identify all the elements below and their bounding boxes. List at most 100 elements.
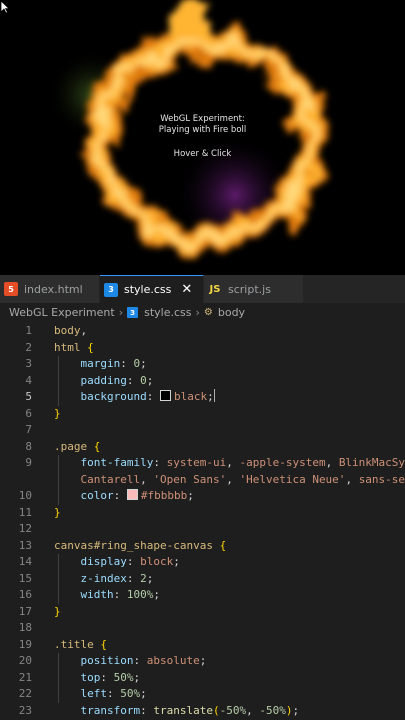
fire-ring-canvas[interactable] bbox=[0, 0, 405, 275]
code-line[interactable]: 20 position: absolute; bbox=[0, 653, 405, 670]
css3-icon: 3 bbox=[104, 282, 118, 297]
code-text: } bbox=[54, 604, 61, 618]
breadcrumb: WebGL Experiment › 3 style.css › ⚙ body bbox=[0, 303, 405, 322]
code-text: body, bbox=[54, 324, 88, 337]
line-number: 17 bbox=[18, 604, 32, 618]
css3-icon: 3 bbox=[127, 307, 139, 318]
code-line[interactable]: 7 bbox=[0, 422, 405, 439]
line-number: 8 bbox=[25, 439, 32, 453]
code-line[interactable]: 1 body, bbox=[0, 323, 405, 340]
line-number: 9 bbox=[25, 456, 32, 469]
code-line[interactable]: 10 color: #fbbbbb; bbox=[0, 488, 405, 505]
code-editor[interactable]: 1 body, 2 html {3 margin: 0; 4 padding: 0; 5 … bbox=[0, 322, 405, 720]
code-text: canvas#ring_shape-canvas { bbox=[54, 538, 227, 552]
line-number: 13 bbox=[18, 538, 32, 552]
color-swatch-icon[interactable] bbox=[126, 489, 138, 500]
tab-label: index.html bbox=[24, 282, 83, 296]
indent-guide bbox=[58, 455, 59, 505]
line-number: 15 bbox=[18, 571, 32, 585]
code-text: padding: 0; bbox=[80, 373, 154, 387]
code-line[interactable]: 15 z-index: 2; bbox=[0, 571, 405, 588]
code-line[interactable]: 2 html { bbox=[0, 340, 405, 357]
line-number: 2 bbox=[25, 340, 32, 354]
code-text: width: 100%; bbox=[80, 588, 161, 601]
line-number: 6 bbox=[25, 406, 32, 420]
line-number: 7 bbox=[25, 423, 32, 436]
breadcrumb-folder[interactable]: WebGL Experiment bbox=[9, 306, 115, 319]
code-text: position: absolute; bbox=[80, 654, 207, 667]
code-line[interactable]: 18 bbox=[0, 620, 405, 637]
code-text: z-index: 2; bbox=[80, 571, 154, 585]
code-text: top: 50%; bbox=[80, 670, 141, 684]
code-line[interactable]: 21 top: 50%; bbox=[0, 670, 405, 687]
code-line[interactable]: 8 .page { bbox=[0, 439, 405, 456]
html5-icon: 5 bbox=[4, 282, 18, 296]
line-number: 23 bbox=[18, 703, 32, 717]
code-line[interactable]: Cantarell, 'Open Sans', 'Helvetica Neue'… bbox=[0, 472, 405, 489]
code-text: margin: 0; bbox=[80, 357, 147, 370]
webgl-preview[interactable]: WebGL Experiment: Playing with Fire boll… bbox=[0, 0, 405, 275]
color-swatch-icon[interactable] bbox=[159, 390, 171, 401]
breadcrumb-file[interactable]: style.css bbox=[144, 306, 191, 319]
line-number: 12 bbox=[18, 522, 32, 535]
line-number: 16 bbox=[18, 588, 32, 601]
code-line[interactable]: 5 background: black; bbox=[0, 389, 405, 406]
code-text: color: #fbbbbb; bbox=[80, 489, 194, 502]
chevron-right-icon: › bbox=[195, 306, 200, 319]
code-line[interactable]: 12 bbox=[0, 521, 405, 538]
code-text: .title { bbox=[54, 637, 107, 651]
line-number: 3 bbox=[25, 357, 32, 370]
indent-guide bbox=[58, 653, 59, 703]
code-line[interactable]: 19 .title { bbox=[0, 637, 405, 654]
preview-title-line2: Playing with Fire boll bbox=[158, 125, 247, 135]
indent-guide bbox=[58, 554, 59, 604]
js-icon: JS bbox=[209, 283, 221, 295]
tab-script-js[interactable]: JS script.js bbox=[204, 275, 304, 303]
code-line[interactable]: 22 left: 50%; bbox=[0, 686, 405, 703]
tab-index-html[interactable]: 5 index.html bbox=[0, 275, 100, 303]
code-text: .page { bbox=[54, 439, 101, 453]
tab-label: style.css bbox=[124, 283, 172, 296]
close-tab-icon[interactable]: ✕ bbox=[181, 282, 192, 297]
line-number: 4 bbox=[25, 373, 32, 387]
code-line[interactable]: 4 padding: 0; bbox=[0, 373, 405, 390]
text-cursor bbox=[213, 389, 215, 402]
line-number: 14 bbox=[18, 555, 32, 568]
line-number: 1 bbox=[25, 324, 32, 337]
chevron-right-icon: › bbox=[118, 306, 124, 319]
code-line[interactable]: 3 margin: 0; bbox=[0, 356, 405, 373]
preview-title-line1: WebGL Experiment: bbox=[160, 114, 245, 124]
code-text: } bbox=[54, 505, 61, 519]
line-number: 5 bbox=[25, 390, 32, 403]
tab-style-css[interactable]: 3 style.css ✕ bbox=[100, 275, 204, 303]
line-number: 20 bbox=[18, 654, 32, 667]
code-text: Cantarell, 'Open Sans', 'Helvetica Neue'… bbox=[80, 472, 405, 486]
code-text: transform: translate(-50%, -50%); bbox=[80, 703, 300, 717]
code-text: left: 50%; bbox=[80, 687, 147, 700]
preview-hint: Hover & Click bbox=[173, 149, 232, 159]
indent-guide bbox=[58, 356, 59, 406]
code-line[interactable]: 14 display: block; bbox=[0, 554, 405, 571]
line-number: 18 bbox=[18, 621, 32, 634]
line-number: 11 bbox=[18, 505, 32, 519]
breadcrumb-symbol[interactable]: body bbox=[218, 306, 245, 319]
code-line[interactable]: 16 width: 100%; bbox=[0, 587, 405, 604]
code-line[interactable]: 9 font-family: system-ui, -apple-system,… bbox=[0, 455, 405, 472]
code-text: html { bbox=[54, 340, 94, 354]
code-line[interactable]: 6} bbox=[0, 406, 405, 423]
tab-label: script.js bbox=[228, 282, 271, 296]
line-number: 10 bbox=[18, 489, 32, 502]
line-number: 21 bbox=[18, 670, 32, 684]
line-number: 22 bbox=[18, 687, 32, 700]
code-text: background: black; bbox=[80, 389, 215, 403]
code-line[interactable]: 17} bbox=[0, 604, 405, 621]
code-text: display: block; bbox=[80, 555, 180, 568]
editor-tab-bar: 5 index.html 3 style.css ✕ JS script.js bbox=[0, 275, 405, 303]
line-number: 19 bbox=[18, 637, 32, 651]
code-line[interactable]: 23 transform: translate(-50%, -50%); bbox=[0, 703, 405, 720]
code-text: } bbox=[54, 406, 61, 420]
code-line[interactable]: 11} bbox=[0, 505, 405, 522]
mouse-cursor-icon bbox=[0, 0, 10, 14]
code-text: font-family: system-ui, -apple-system, B… bbox=[80, 456, 405, 469]
code-line[interactable]: 13 canvas#ring_shape-canvas { bbox=[0, 538, 405, 555]
